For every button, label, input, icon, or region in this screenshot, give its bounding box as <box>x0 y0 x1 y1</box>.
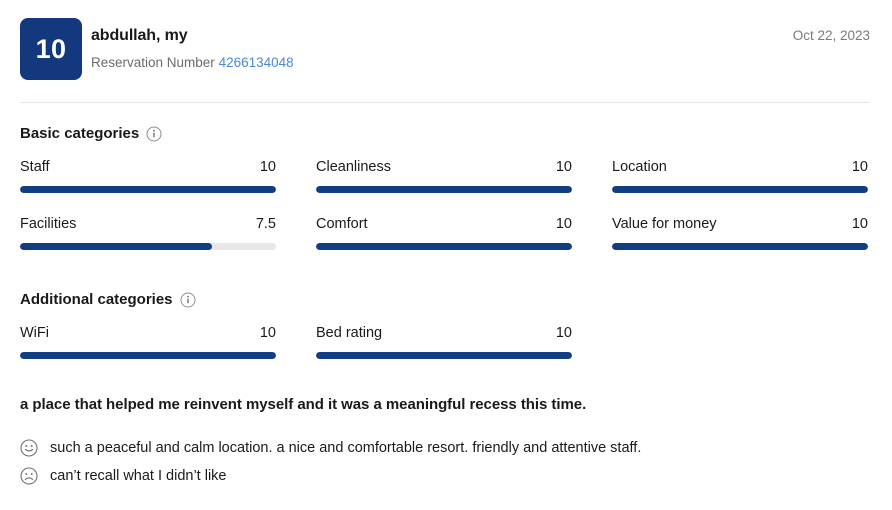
frowny-face-icon <box>20 467 38 485</box>
rating-row: Facilities 7.5 Comfort 10 Value for mone… <box>20 215 868 250</box>
rating-row: Staff 10 Cleanliness 10 Location 10 <box>20 158 868 193</box>
rating-fill <box>316 186 572 193</box>
rating-head: Bed rating 10 <box>316 324 572 342</box>
rating-label: Bed rating <box>316 325 383 341</box>
rating-label: Facilities <box>20 216 77 232</box>
rating-item-facilities: Facilities 7.5 <box>20 215 276 250</box>
rating-item-bed-rating: Bed rating 10 <box>316 324 572 359</box>
rating-track <box>20 186 276 193</box>
rating-track <box>316 186 572 193</box>
rating-value: 10 <box>851 216 868 232</box>
rating-fill <box>316 243 572 250</box>
rating-track <box>316 352 572 359</box>
reservation-number-link[interactable]: 4266134048 <box>219 55 294 70</box>
review-positive-text: such a peaceful and calm location. a nic… <box>50 440 642 456</box>
rating-head: Location 10 <box>612 158 868 176</box>
rating-track <box>316 243 572 250</box>
rating-fill <box>316 352 572 359</box>
review-card: 10 abdullah, my Reservation Number 42661… <box>0 0 892 510</box>
rating-label: Cleanliness <box>316 159 391 175</box>
rating-item-comfort: Comfort 10 <box>316 215 572 250</box>
rating-label: Value for money <box>612 216 717 232</box>
review-header: 10 abdullah, my Reservation Number 42661… <box>20 16 870 82</box>
rating-label: Comfort <box>316 216 368 232</box>
rating-head: Staff 10 <box>20 158 276 176</box>
rating-item-wifi: WiFi 10 <box>20 324 276 359</box>
review-negative-line: can’t recall what I didn’t like <box>20 466 870 486</box>
reviewer-info: abdullah, my Reservation Number 42661340… <box>91 26 294 71</box>
basic-categories-title: Basic categories <box>20 125 140 142</box>
header-divider <box>20 102 870 103</box>
rating-value: 10 <box>259 159 276 175</box>
additional-ratings-grid: WiFi 10 Bed rating 10 <box>20 324 868 359</box>
reservation-label: Reservation Number <box>91 55 215 70</box>
review-negative-text: can’t recall what I didn’t like <box>50 468 227 484</box>
rating-item-value-for-money: Value for money 10 <box>612 215 868 250</box>
rating-track <box>20 243 276 250</box>
rating-label: Location <box>612 159 667 175</box>
rating-label: Staff <box>20 159 50 175</box>
reviewer-name: abdullah, my <box>91 27 188 44</box>
basic-ratings-grid: Staff 10 Cleanliness 10 Location 10 Faci… <box>20 158 868 250</box>
rating-row: WiFi 10 Bed rating 10 <box>20 324 868 359</box>
rating-head: Comfort 10 <box>316 215 572 233</box>
additional-categories-title: Additional categories <box>20 291 173 308</box>
review-date: Oct 22, 2023 <box>792 28 870 43</box>
rating-fill <box>612 243 868 250</box>
rating-item-staff: Staff 10 <box>20 158 276 193</box>
basic-categories-heading: Basic categories <box>20 125 162 142</box>
info-icon[interactable] <box>146 126 162 142</box>
rating-value: 10 <box>555 216 572 232</box>
rating-track <box>612 243 868 250</box>
review-positive-line: such a peaceful and calm location. a nic… <box>20 438 870 458</box>
reservation-line: Reservation Number 4266134048 <box>91 54 294 71</box>
rating-head: WiFi 10 <box>20 324 276 342</box>
rating-fill <box>20 243 212 250</box>
rating-item-location: Location 10 <box>612 158 868 193</box>
rating-head: Facilities 7.5 <box>20 215 276 233</box>
rating-label: WiFi <box>20 325 49 341</box>
rating-value: 7.5 <box>255 216 276 232</box>
smiley-face-icon <box>20 439 38 457</box>
rating-value: 10 <box>259 325 276 341</box>
rating-value: 10 <box>555 325 572 341</box>
rating-fill <box>20 352 276 359</box>
rating-item-cleanliness: Cleanliness 10 <box>316 158 572 193</box>
rating-track <box>612 186 868 193</box>
rating-head: Value for money 10 <box>612 215 868 233</box>
additional-categories-heading: Additional categories <box>20 291 196 308</box>
rating-fill <box>20 186 276 193</box>
rating-head: Cleanliness 10 <box>316 158 572 176</box>
review-body: such a peaceful and calm location. a nic… <box>20 438 870 494</box>
rating-value: 10 <box>851 159 868 175</box>
info-icon[interactable] <box>180 292 196 308</box>
rating-track <box>20 352 276 359</box>
rating-value: 10 <box>555 159 572 175</box>
overall-score-badge: 10 <box>20 18 82 80</box>
rating-fill <box>612 186 868 193</box>
review-title: a place that helped me reinvent myself a… <box>20 396 587 413</box>
